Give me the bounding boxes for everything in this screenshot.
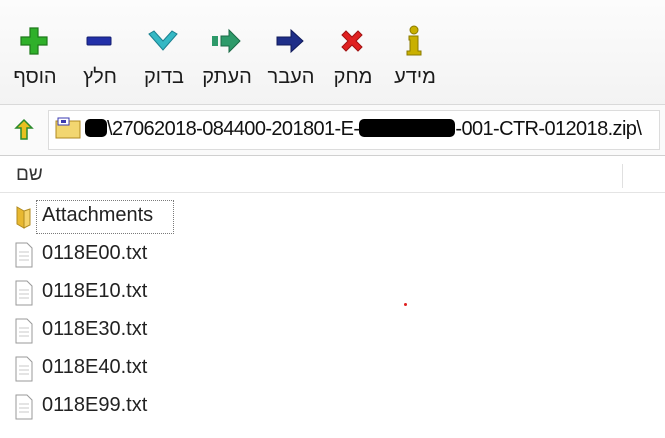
path-segment-1: \27062018-084400-201801-E- xyxy=(107,118,360,140)
test-label: בדוק xyxy=(143,66,185,88)
path-text: \27062018-084400-201801-E- -001-CTR-01201… xyxy=(85,118,642,141)
folder-icon xyxy=(14,204,38,230)
list-item-file[interactable]: 0118E40.txt xyxy=(14,352,174,386)
plus-icon xyxy=(14,24,54,58)
text-file-icon xyxy=(14,394,38,420)
info-icon xyxy=(394,24,434,58)
minus-icon xyxy=(79,24,119,58)
list-item-file[interactable]: 0118E00.txt xyxy=(14,238,174,272)
delete-button[interactable]: מחק xyxy=(326,14,380,98)
info-label: מידע xyxy=(394,66,436,88)
zip-archive-icon xyxy=(55,117,81,139)
delete-label: מחק xyxy=(333,66,373,88)
move-label: העבר xyxy=(267,66,315,88)
text-file-icon xyxy=(14,356,38,382)
copy-label: העתק xyxy=(202,66,252,88)
text-file-icon xyxy=(14,242,38,268)
toolbar: הוסף חלץ בדוק העתק העבר מחק מידע xyxy=(0,0,665,104)
info-button[interactable]: מידע xyxy=(388,14,442,98)
list-item-file[interactable]: 0118E30.txt xyxy=(14,314,174,348)
text-file-icon xyxy=(14,318,38,344)
column-divider[interactable] xyxy=(622,164,623,188)
up-folder-button[interactable] xyxy=(12,117,38,143)
list-item-name: 0118E40.txt xyxy=(42,356,148,378)
delete-x-icon xyxy=(332,24,372,58)
move-button[interactable]: העבר xyxy=(264,14,318,98)
redacted-block xyxy=(359,119,456,137)
move-arrow-icon xyxy=(270,24,310,58)
path-segment-2: -001-CTR-012018.zip\ xyxy=(455,118,642,140)
list-item-file[interactable]: 0118E99.txt xyxy=(14,390,174,424)
list-item-file[interactable]: 0118E10.txt xyxy=(14,276,174,310)
column-header-row: שם xyxy=(0,160,665,193)
list-item-name: 0118E99.txt xyxy=(42,394,148,416)
copy-button[interactable]: העתק xyxy=(200,14,254,98)
path-field[interactable]: \27062018-084400-201801-E- -001-CTR-01201… xyxy=(48,110,660,150)
list-item-name: 0118E00.txt xyxy=(42,242,148,264)
address-bar: \27062018-084400-201801-E- -001-CTR-01201… xyxy=(0,104,665,156)
extract-button[interactable]: חלץ xyxy=(73,14,127,98)
copy-arrow-icon xyxy=(206,24,246,58)
check-icon xyxy=(143,24,183,58)
list-item-folder[interactable]: Attachments xyxy=(14,200,174,234)
add-label: הוסף xyxy=(13,66,57,88)
extract-label: חלץ xyxy=(83,66,117,88)
up-arrow-icon xyxy=(14,118,34,140)
list-item-name: 0118E10.txt xyxy=(42,280,148,302)
test-button[interactable]: בדוק xyxy=(137,14,191,98)
add-button[interactable]: הוסף xyxy=(8,14,62,98)
column-header-name[interactable]: שם xyxy=(16,164,43,186)
list-item-name: 0118E30.txt xyxy=(42,318,148,340)
stray-mark xyxy=(404,303,407,306)
redacted-block xyxy=(85,119,107,137)
list-item-name: Attachments xyxy=(42,204,154,226)
text-file-icon xyxy=(14,280,38,306)
